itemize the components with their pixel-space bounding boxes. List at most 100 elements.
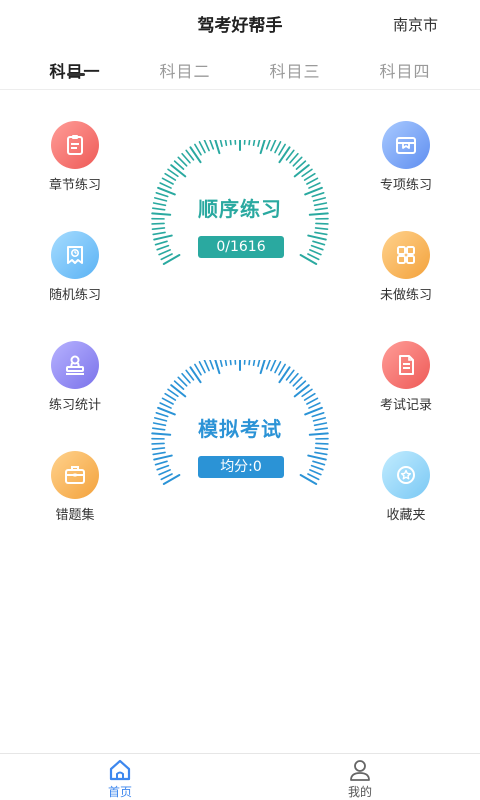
- gauge-tick: [159, 182, 172, 189]
- gauge-tick: [308, 402, 321, 409]
- tab-subject-4[interactable]: 科目四: [360, 58, 450, 82]
- gauge-tick: [243, 140, 246, 145]
- exam-records-label: 考试记录: [379, 398, 432, 413]
- tab-subject-3[interactable]: 科目三: [250, 58, 340, 82]
- mock-exam-gauge[interactable]: 模拟考试 均分:0: [140, 360, 340, 490]
- bottom-navigation: 首页 我的: [0, 753, 480, 800]
- nav-mine-label: 我的: [347, 785, 372, 799]
- gauge-tick: [265, 360, 271, 370]
- chapter-practice-button[interactable]: 章节练习: [23, 121, 127, 193]
- gauge-tick: [152, 451, 166, 456]
- gauge-tick: [229, 140, 232, 146]
- nav-home[interactable]: 首页: [90, 758, 150, 800]
- gauge-tick: [278, 146, 291, 164]
- city-selector[interactable]: 南京市: [393, 14, 438, 35]
- random-practice-label: 随机练习: [48, 288, 101, 303]
- gauge-tick: [293, 164, 310, 178]
- home-icon: [109, 759, 131, 781]
- gauge-tick: [243, 360, 246, 365]
- nav-home-label: 首页: [107, 785, 132, 799]
- user-icon: [350, 760, 370, 781]
- gauge-tick: [265, 140, 271, 150]
- tab-subject-2[interactable]: 科目二: [140, 58, 230, 82]
- gauge-tick: [307, 234, 327, 241]
- gauge-tick: [151, 442, 165, 445]
- gauge-tick: [153, 234, 173, 241]
- gauge-tick: [152, 231, 166, 236]
- gauge-tick: [161, 177, 174, 185]
- gauge-tick: [214, 140, 221, 155]
- gauge-tick: [164, 172, 177, 181]
- gauge-tick: [307, 253, 320, 261]
- gauge-tick: [203, 140, 210, 152]
- tab-subject-1[interactable]: 科目一: [30, 58, 120, 82]
- favorites-label: 收藏夹: [386, 508, 426, 523]
- exam-records-button[interactable]: 考试记录: [354, 341, 458, 413]
- clipboard-icon: [51, 121, 99, 169]
- gauge-tick: [151, 227, 166, 230]
- gauge-tick: [308, 182, 321, 189]
- gauge-tick: [224, 360, 228, 367]
- gauge-tick: [170, 164, 187, 178]
- gauge-tick: [259, 140, 266, 155]
- gauge-tick: [234, 140, 237, 145]
- gauge-tick: [219, 140, 223, 147]
- subject-tabs: 科目一 科目二 科目三 科目四: [0, 46, 480, 90]
- gauge-tick: [257, 140, 261, 147]
- gauge-tick: [306, 177, 319, 185]
- gauge-tick: [252, 360, 256, 367]
- special-practice-label: 专项练习: [379, 178, 432, 193]
- stamp-icon: [51, 341, 99, 389]
- gauge-tick: [156, 464, 170, 471]
- gauge-tick: [314, 451, 328, 456]
- gauge-tick: [303, 392, 316, 401]
- gauge-tick: [312, 460, 326, 466]
- gauge-tick: [310, 244, 324, 251]
- gauge-tick: [219, 360, 223, 367]
- chapter-practice-label: 章节练习: [48, 178, 101, 193]
- gauge-tick: [160, 473, 173, 481]
- gauge-tick: [189, 366, 202, 384]
- unanswered-practice-label: 未做练习: [379, 288, 432, 303]
- gauge-tick: [189, 146, 202, 164]
- mock-exam-title: 模拟考试: [198, 417, 282, 441]
- gauge-tick: [248, 140, 251, 146]
- gauge-tick: [160, 253, 173, 261]
- nav-mine[interactable]: 我的: [330, 758, 390, 800]
- gauge-tick: [151, 222, 165, 225]
- calendar-icon: [51, 231, 99, 279]
- gauge-tick: [270, 360, 277, 372]
- favorites-button[interactable]: 收藏夹: [354, 451, 458, 523]
- app-header: 驾考好帮手 南京市: [0, 0, 480, 46]
- gauge-tick: [314, 447, 329, 450]
- sequential-practice-title: 顺序练习: [198, 197, 282, 221]
- sequential-progress-badge: 0/1616: [198, 236, 284, 258]
- gauge-tick: [158, 249, 171, 256]
- gauge-tick: [209, 140, 215, 150]
- special-practice-button[interactable]: 专项练习: [354, 121, 458, 193]
- gauge-tick: [309, 469, 322, 476]
- gauge-tick: [214, 360, 221, 375]
- gauge-tick: [203, 360, 210, 372]
- gauge-tick: [229, 360, 232, 366]
- gauge-tick: [309, 249, 322, 256]
- gauge-tick: [252, 140, 256, 147]
- box-icon: [382, 121, 430, 169]
- gauge-tick: [278, 363, 286, 376]
- gauge-tick: [224, 140, 228, 147]
- wrong-questions-button[interactable]: 错题集: [23, 451, 127, 523]
- wrong-questions-label: 错题集: [55, 508, 95, 523]
- unanswered-practice-button[interactable]: 未做练习: [354, 231, 458, 303]
- gauge-tick: [153, 454, 173, 461]
- gauge-tick: [274, 361, 282, 374]
- gauge-tick: [278, 143, 286, 156]
- practice-stats-button[interactable]: 练习统计: [23, 341, 127, 413]
- mock-exam-score-badge: 均分:0: [198, 456, 284, 478]
- random-practice-button[interactable]: 随机练习: [23, 231, 127, 303]
- sequential-practice-gauge[interactable]: 顺序练习 0/1616: [140, 140, 340, 270]
- gauge-tick: [158, 469, 171, 476]
- gauge-tick: [293, 384, 310, 398]
- gauge-tick: [314, 231, 328, 236]
- gauge-tick: [161, 397, 174, 405]
- gauge-tick: [315, 222, 329, 225]
